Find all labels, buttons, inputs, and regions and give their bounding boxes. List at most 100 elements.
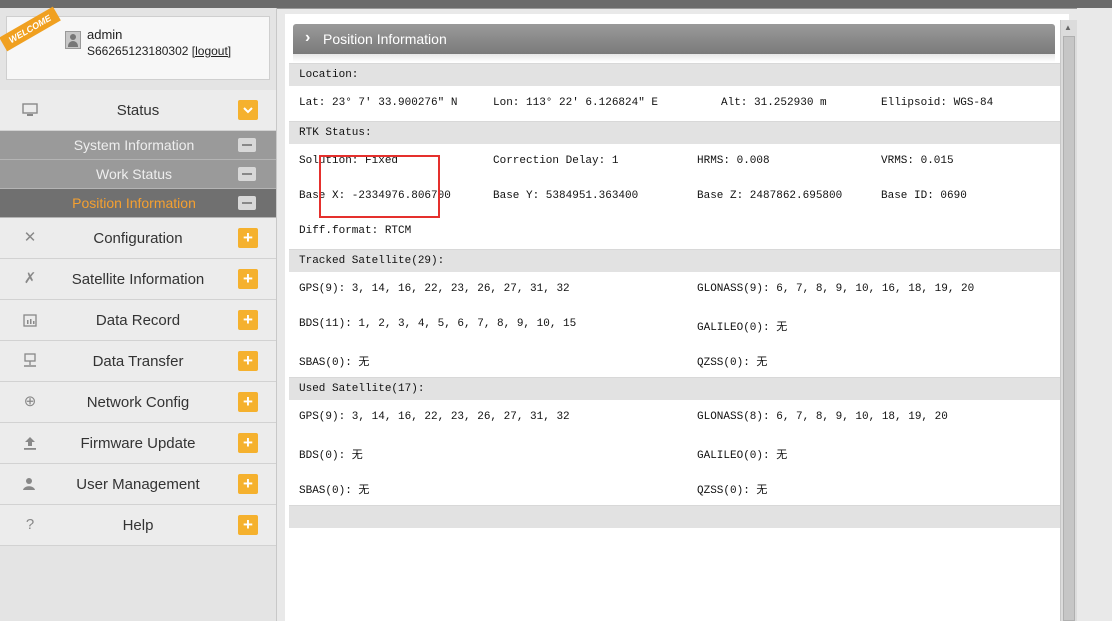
nav-network-config[interactable]: ⊕ Network Config + [0, 382, 276, 423]
question-icon: ? [25, 516, 35, 533]
tools-icon: ✕ [23, 229, 37, 246]
table-row: GPS(9): 3, 14, 16, 22, 23, 26, 27, 31, 3… [289, 272, 1060, 307]
altitude: Alt: 31.252930 m [721, 97, 827, 109]
vrms: VRMS: 0.015 [881, 155, 954, 167]
scroll-up-icon[interactable]: ▲ [1064, 23, 1072, 32]
user-panel: WELCOME admin S66265123180302 [logout] [0, 6, 270, 80]
nav-user-management[interactable]: User Management + [0, 464, 276, 505]
hrms: HRMS: 0.008 [697, 155, 770, 167]
table-row: BDS(11): 1, 2, 3, 4, 5, 6, 7, 8, 9, 10, … [289, 307, 1060, 342]
diff-format: Diff.format: RTCM [299, 225, 412, 237]
collapse-icon [238, 196, 256, 210]
network-icon [22, 353, 38, 369]
right-margin [1077, 8, 1112, 621]
plus-icon[interactable]: + [238, 228, 258, 248]
monitor-icon [22, 102, 38, 118]
longitude: Lon: 113° 22′ 6.126824″ E [493, 97, 659, 109]
nav-label: Configuration [93, 229, 183, 247]
nav-firmware-update[interactable]: Firmware Update + [0, 423, 276, 464]
nav-sub-label: Work Status [96, 166, 172, 182]
nav-data-transfer[interactable]: Data Transfer + [0, 341, 276, 382]
plus-icon[interactable]: + [238, 433, 258, 453]
position-table: Location: Lat: 23° 7′ 33.900276″ N Lon: … [289, 63, 1060, 528]
upload-icon [22, 435, 38, 451]
plus-icon[interactable]: + [238, 474, 258, 494]
calendar-icon [22, 312, 38, 328]
collapse-icon [238, 167, 256, 181]
nav-label: User Management [76, 475, 200, 493]
nav-sub-position-information[interactable]: Position Information [0, 189, 276, 218]
table-row: Diff.format: RTCM [289, 214, 1060, 249]
user-serial-line: S66265123180302 [logout] [87, 44, 231, 58]
tracked-qzss: QZSS(0): 无 [697, 357, 768, 369]
logout-link[interactable]: [logout] [192, 44, 231, 58]
nav-label: Satellite Information [71, 270, 205, 288]
nav-satellite-information[interactable]: ✗ Satellite Information + [0, 259, 276, 300]
header-divider [293, 54, 1055, 62]
scrollbar[interactable]: ▲ [1060, 20, 1077, 621]
welcome-ribbon: WELCOME [0, 6, 61, 52]
nav-configuration[interactable]: ✕ Configuration + [0, 218, 276, 259]
base-id: Base ID: 0690 [881, 190, 967, 202]
table-row: GPS(9): 3, 14, 16, 22, 23, 26, 27, 31, 3… [289, 400, 1060, 435]
tracked-sbas: SBAS(0): 无 [299, 357, 370, 369]
nav-status-label: Status [116, 101, 160, 119]
base-y: Base Y: 5384951.363400 [493, 190, 639, 202]
username: admin [87, 27, 123, 42]
used-gps: GPS(9): 3, 14, 16, 22, 23, 26, 27, 31, 3… [299, 411, 570, 423]
tracked-gps: GPS(9): 3, 14, 16, 22, 23, 26, 27, 31, 3… [299, 283, 570, 295]
highlight-box [319, 155, 440, 218]
plus-icon[interactable]: + [238, 310, 258, 330]
scrollbar-thumb[interactable] [1063, 36, 1075, 621]
page-title: Position Information [323, 31, 447, 47]
section-tracked-satellite: Tracked Satellite(29): [289, 249, 1060, 272]
plus-icon[interactable]: + [238, 269, 258, 289]
device-serial: S66265123180302 [87, 44, 189, 58]
chevron-right-icon: › [305, 29, 311, 46]
section-location: Location: [289, 63, 1060, 86]
nav-label: Firmware Update [80, 434, 196, 452]
nav-help[interactable]: ? Help + [0, 505, 276, 546]
nav-label: Data Transfer [92, 352, 184, 370]
table-row: SBAS(0): 无 QZSS(0): 无 [289, 342, 1060, 377]
content-panel: › Position Information Location: Lat: 23… [285, 14, 1069, 621]
plus-icon[interactable]: + [238, 515, 258, 535]
nav-status[interactable]: Status [0, 90, 276, 131]
section-next [289, 505, 1060, 528]
used-sbas: SBAS(0): 无 [299, 485, 370, 497]
section-used-satellite: Used Satellite(17): [289, 377, 1060, 400]
used-bds: BDS(0): 无 [299, 450, 363, 462]
ellipsoid: Ellipsoid: WGS-84 [881, 97, 994, 109]
table-row: BDS(0): 无 GALILEO(0): 无 [289, 435, 1060, 470]
sidebar: WELCOME admin S66265123180302 [logout] S… [0, 6, 277, 621]
nav-label: Data Record [95, 311, 181, 329]
tracked-bds: BDS(11): 1, 2, 3, 4, 5, 6, 7, 8, 9, 10, … [299, 318, 577, 330]
nav-label: Network Config [86, 393, 190, 411]
nav-sub-system-information[interactable]: System Information [0, 131, 276, 160]
section-rtk-status: RTK Status: [289, 121, 1060, 144]
table-row: Lat: 23° 7′ 33.900276″ N Lon: 113° 22′ 6… [289, 86, 1060, 121]
base-z: Base Z: 2487862.695800 [697, 190, 843, 202]
collapse-icon [238, 138, 256, 152]
used-glonass: GLONASS(8): 6, 7, 8, 9, 10, 18, 19, 20 [697, 411, 948, 423]
panel-header: › Position Information [293, 24, 1055, 54]
expand-icon[interactable] [238, 100, 258, 120]
tracked-glonass: GLONASS(9): 6, 7, 8, 9, 10, 16, 18, 19, … [697, 283, 975, 295]
used-qzss: QZSS(0): 无 [697, 485, 768, 497]
nav-sub-label: Position Information [72, 195, 196, 211]
user-icon [22, 476, 38, 492]
avatar [65, 31, 81, 49]
plus-icon[interactable]: + [238, 392, 258, 412]
nav-sub-work-status[interactable]: Work Status [0, 160, 276, 189]
latitude: Lat: 23° 7′ 33.900276″ N [299, 97, 458, 109]
plus-icon[interactable]: + [238, 351, 258, 371]
correction-delay: Correction Delay: 1 [493, 155, 619, 167]
satellite-icon: ✗ [23, 270, 37, 287]
side-nav: Status System Information Work Status Po… [0, 90, 276, 546]
globe-icon: ⊕ [23, 393, 37, 410]
table-row: SBAS(0): 无 QZSS(0): 无 [289, 470, 1060, 505]
nav-data-record[interactable]: Data Record + [0, 300, 276, 341]
tracked-galileo: GALILEO(0): 无 [697, 322, 788, 334]
nav-label: Help [122, 516, 154, 534]
used-galileo: GALILEO(0): 无 [697, 450, 788, 462]
